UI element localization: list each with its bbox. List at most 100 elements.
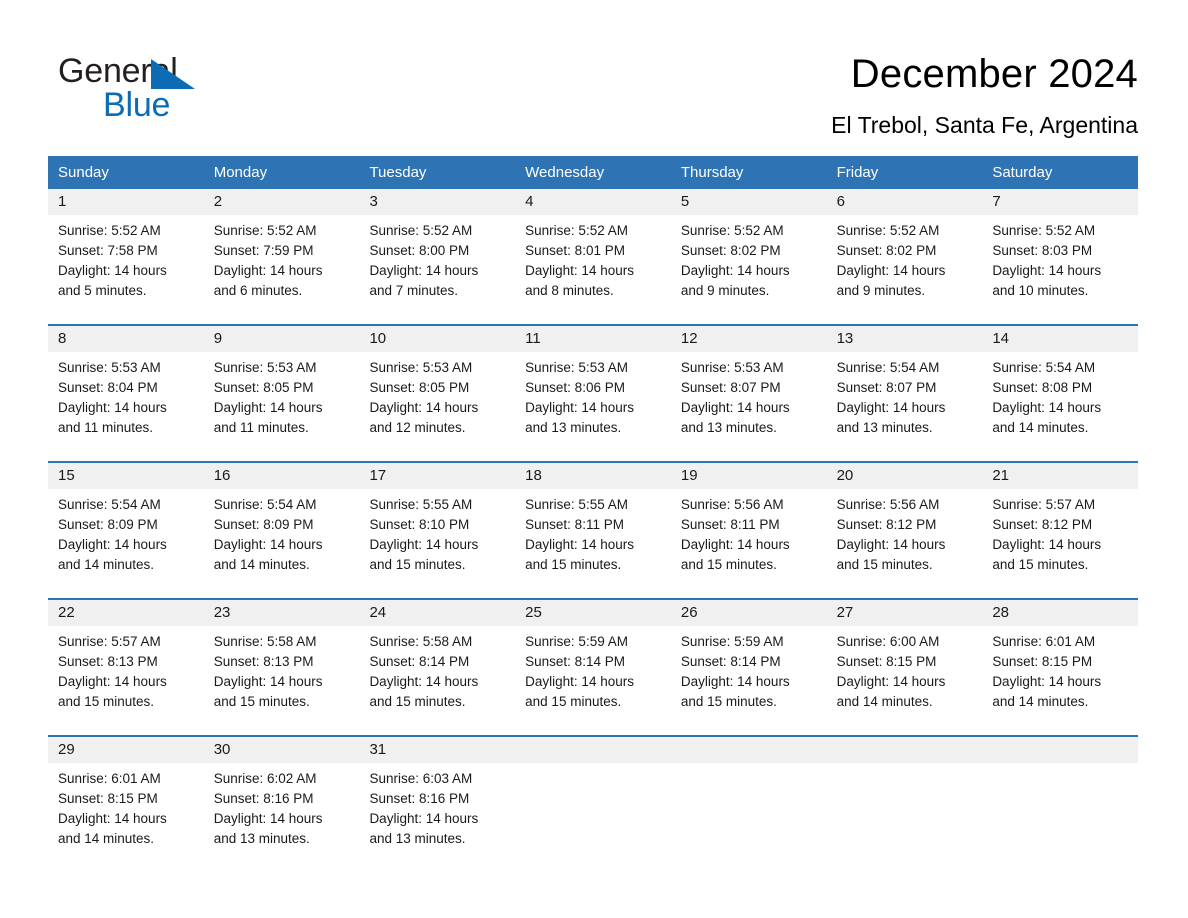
day-sunset-text: Sunset: 8:02 PM — [836, 243, 937, 258]
day-daylight1-text: Daylight: 14 hours — [680, 263, 790, 278]
day-cell[interactable]: Sunrise: 5:54 AM Sunset: 8:09 PM Daylight:… — [48, 489, 204, 598]
day-cell[interactable] — [982, 763, 1138, 868]
day-cell[interactable]: Sunrise: 5:52 AM Sunset: 8:02 PM Daylight:… — [671, 215, 827, 324]
day-daylight1-text: Daylight: 14 hours — [836, 263, 946, 278]
day-daylight1-text: Daylight: 14 hours — [58, 811, 167, 826]
day-number[interactable]: 13 — [827, 326, 983, 352]
day-cell[interactable]: Sunrise: 5:52 AM Sunset: 8:02 PM Daylight:… — [827, 215, 983, 324]
day-number[interactable]: 14 — [982, 326, 1138, 352]
day-number[interactable]: 7 — [982, 189, 1138, 215]
day-number[interactable]: 21 — [982, 463, 1138, 489]
day-number[interactable]: 11 — [515, 326, 671, 352]
day-sunset-text: Sunset: 8:00 PM — [369, 243, 470, 258]
day-number[interactable]: 25 — [515, 600, 671, 626]
day-daylight2-text: and 15 minutes. — [992, 557, 1089, 572]
day-cell[interactable]: Sunrise: 5:53 AM Sunset: 8:04 PM Daylight:… — [48, 352, 204, 461]
day-cell[interactable]: Sunrise: 5:52 AM Sunset: 8:01 PM Daylight:… — [515, 215, 671, 324]
day-sunrise-text: Sunrise: 6:01 AM — [992, 634, 1096, 649]
day-sunset-text: Sunset: 8:08 PM — [992, 380, 1093, 395]
day-daylight2-text: and 13 minutes. — [369, 831, 466, 846]
day-number[interactable]: 8 — [48, 326, 204, 352]
day-number[interactable]: 31 — [359, 737, 515, 763]
day-number[interactable] — [982, 737, 1138, 763]
day-sunset-text: Sunset: 8:05 PM — [213, 380, 314, 395]
day-sunrise-text: Sunrise: 5:54 AM — [213, 497, 317, 512]
day-number[interactable]: 12 — [671, 326, 827, 352]
day-cell[interactable]: Sunrise: 5:53 AM Sunset: 8:07 PM Daylight:… — [671, 352, 827, 461]
day-number[interactable]: 1 — [48, 189, 204, 215]
day-cell[interactable]: Sunrise: 5:59 AM Sunset: 8:14 PM Daylight:… — [515, 626, 671, 735]
day-cell[interactable]: Sunrise: 5:54 AM Sunset: 8:09 PM Daylight:… — [204, 489, 360, 598]
day-number[interactable]: 29 — [48, 737, 204, 763]
day-sunrise-text: Sunrise: 5:52 AM — [213, 223, 317, 238]
day-daylight2-text: and 14 minutes. — [58, 557, 155, 572]
day-daylight1-text: Daylight: 14 hours — [58, 674, 167, 689]
day-number[interactable]: 19 — [671, 463, 827, 489]
day-sunrise-text: Sunrise: 5:52 AM — [680, 223, 784, 238]
day-number[interactable]: 30 — [204, 737, 360, 763]
day-number[interactable]: 5 — [671, 189, 827, 215]
day-number[interactable] — [515, 737, 671, 763]
day-number[interactable]: 23 — [204, 600, 360, 626]
day-cell[interactable] — [827, 763, 983, 868]
day-cell[interactable]: Sunrise: 5:59 AM Sunset: 8:14 PM Daylight:… — [671, 626, 827, 735]
day-daylight1-text: Daylight: 14 hours — [680, 674, 790, 689]
day-number[interactable]: 16 — [204, 463, 360, 489]
day-daylight2-text: and 14 minutes. — [992, 420, 1089, 435]
day-number[interactable]: 24 — [359, 600, 515, 626]
day-number[interactable]: 18 — [515, 463, 671, 489]
day-cell[interactable]: Sunrise: 5:53 AM Sunset: 8:05 PM Daylight:… — [204, 352, 360, 461]
day-number[interactable]: 2 — [204, 189, 360, 215]
day-number[interactable]: 26 — [671, 600, 827, 626]
day-cell[interactable]: Sunrise: 5:57 AM Sunset: 8:13 PM Daylight:… — [48, 626, 204, 735]
day-number[interactable]: 27 — [827, 600, 983, 626]
day-number[interactable]: 22 — [48, 600, 204, 626]
day-cell[interactable]: Sunrise: 5:54 AM Sunset: 8:07 PM Daylight:… — [827, 352, 983, 461]
day-cell[interactable]: Sunrise: 5:54 AM Sunset: 8:08 PM Daylight:… — [982, 352, 1138, 461]
day-number[interactable]: 17 — [359, 463, 515, 489]
day-cell[interactable]: Sunrise: 5:56 AM Sunset: 8:12 PM Daylight:… — [827, 489, 983, 598]
day-sunrise-text: Sunrise: 5:57 AM — [58, 634, 161, 649]
day-sunset-text: Sunset: 8:15 PM — [58, 791, 158, 806]
day-cell[interactable]: Sunrise: 5:58 AM Sunset: 8:14 PM Daylight:… — [359, 626, 515, 735]
day-cell[interactable]: Sunrise: 5:52 AM Sunset: 8:03 PM Daylight:… — [982, 215, 1138, 324]
day-number[interactable] — [827, 737, 983, 763]
day-number[interactable]: 28 — [982, 600, 1138, 626]
day-cell[interactable]: Sunrise: 5:55 AM Sunset: 8:11 PM Daylight:… — [515, 489, 671, 598]
day-cell[interactable]: Sunrise: 5:58 AM Sunset: 8:13 PM Daylight:… — [204, 626, 360, 735]
day-sunset-text: Sunset: 8:10 PM — [369, 517, 470, 532]
day-cell[interactable] — [515, 763, 671, 868]
day-sunset-text: Sunset: 8:14 PM — [369, 654, 470, 669]
day-cell[interactable]: Sunrise: 6:00 AM Sunset: 8:15 PM Daylight:… — [827, 626, 983, 735]
calendar-weeks: 1 2 3 4 5 6 7 Sunrise: 5:52 AM Sunset: 7:58 PM Da… — [48, 189, 1138, 868]
day-cell[interactable]: Sunrise: 6:01 AM Sunset: 8:15 PM Daylight:… — [982, 626, 1138, 735]
day-number[interactable]: 9 — [204, 326, 360, 352]
day-daylight1-text: Daylight: 14 hours — [836, 674, 946, 689]
day-cell[interactable]: Sunrise: 5:52 AM Sunset: 7:59 PM Daylight:… — [204, 215, 360, 324]
day-cell[interactable]: Sunrise: 5:57 AM Sunset: 8:12 PM Daylight:… — [982, 489, 1138, 598]
day-number[interactable]: 20 — [827, 463, 983, 489]
day-number[interactable]: 10 — [359, 326, 515, 352]
day-cell[interactable] — [671, 763, 827, 868]
day-cell[interactable]: Sunrise: 5:53 AM Sunset: 8:05 PM Daylight:… — [359, 352, 515, 461]
day-cell[interactable]: Sunrise: 6:01 AM Sunset: 8:15 PM Daylight:… — [48, 763, 204, 868]
day-cell[interactable]: Sunrise: 6:02 AM Sunset: 8:16 PM Daylight:… — [204, 763, 360, 868]
generalblue-logo[interactable]: General Blue — [58, 52, 318, 132]
day-number[interactable]: 3 — [359, 189, 515, 215]
day-cell[interactable]: Sunrise: 5:55 AM Sunset: 8:10 PM Daylight:… — [359, 489, 515, 598]
day-sunrise-text: Sunrise: 5:57 AM — [992, 497, 1096, 512]
page-subtitle: El Trebol, Santa Fe, Argentina — [831, 112, 1138, 138]
day-cell[interactable]: Sunrise: 5:52 AM Sunset: 7:58 PM Daylight:… — [48, 215, 204, 324]
week-detail-band: Sunrise: 5:54 AM Sunset: 8:09 PM Daylight:… — [48, 489, 1138, 598]
day-number[interactable] — [671, 737, 827, 763]
day-daylight2-text: and 15 minutes. — [525, 694, 622, 709]
day-cell[interactable]: Sunrise: 5:56 AM Sunset: 8:11 PM Daylight:… — [671, 489, 827, 598]
day-cell[interactable]: Sunrise: 5:52 AM Sunset: 8:00 PM Daylight:… — [359, 215, 515, 324]
day-daylight1-text: Daylight: 14 hours — [213, 811, 323, 826]
day-daylight1-text: Daylight: 14 hours — [369, 537, 479, 552]
day-number[interactable]: 6 — [827, 189, 983, 215]
day-cell[interactable]: Sunrise: 6:03 AM Sunset: 8:16 PM Daylight:… — [359, 763, 515, 868]
day-number[interactable]: 15 — [48, 463, 204, 489]
day-number[interactable]: 4 — [515, 189, 671, 215]
day-cell[interactable]: Sunrise: 5:53 AM Sunset: 8:06 PM Daylight:… — [515, 352, 671, 461]
